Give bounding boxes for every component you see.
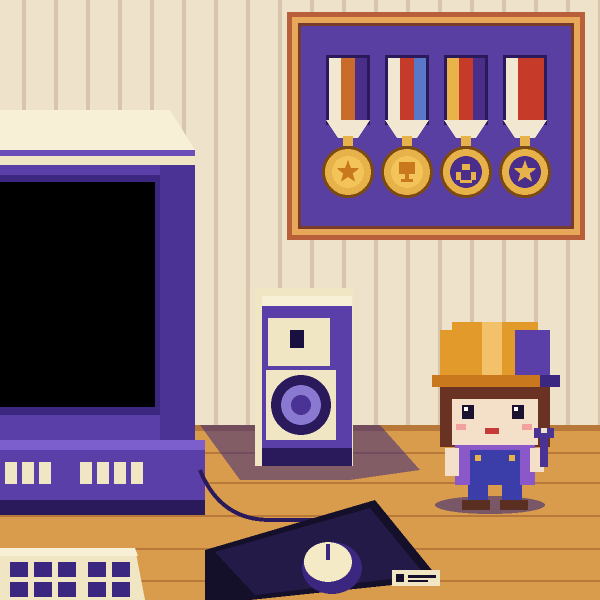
game-scene [0,0,600,600]
crt-monitor [0,110,205,515]
keyboard-key [112,582,130,597]
mouse-pad-label [392,570,440,586]
keyboard-key [10,582,28,597]
keyboard-key [10,562,28,577]
medal-frame [287,12,585,240]
keyboard-key [34,562,52,577]
speaker [255,288,353,466]
floor-plank-line [0,515,600,517]
keyboard-key [88,582,106,597]
keyboard-key [58,582,76,597]
keyboard-key [58,562,76,577]
wall-stripe [246,0,250,430]
keyboard-key [112,562,130,577]
wall-stripe [214,0,218,430]
trophy-icon [399,162,415,182]
keyboard-key [88,562,106,577]
computer-mouse [302,542,362,594]
keyboard [0,548,145,600]
keyboard-key [34,582,52,597]
